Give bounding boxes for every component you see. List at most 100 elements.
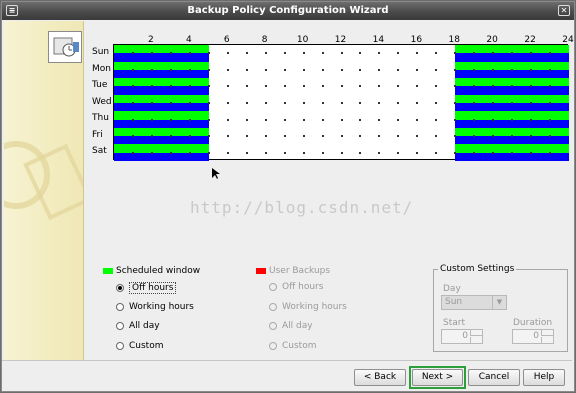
- grid-tick: [150, 68, 153, 71]
- user-radio-custom-circle[interactable]: [269, 342, 277, 350]
- grid-tick: [416, 52, 419, 55]
- grid-tick: [340, 135, 343, 138]
- user-radio-custom[interactable]: Custom: [269, 341, 316, 351]
- day-label: Fri: [92, 129, 103, 140]
- start-increment-icon[interactable]: [470, 330, 482, 336]
- grid-tick: [264, 135, 267, 138]
- radio-off-hours-label: Off hours: [129, 282, 177, 294]
- start-decrement-icon[interactable]: [470, 337, 482, 343]
- duration-increment-icon[interactable]: [541, 330, 553, 336]
- scheduled-band: [114, 144, 209, 153]
- scheduled-band: [455, 152, 569, 161]
- grid-tick: [321, 151, 324, 154]
- grid-tick: [131, 118, 134, 121]
- grid-tick: [321, 135, 324, 138]
- user-radio-all-day[interactable]: All day: [269, 321, 313, 331]
- scheduled-window-swatch: [103, 268, 113, 274]
- grid-tick: [492, 151, 495, 154]
- grid-tick: [245, 135, 248, 138]
- grid-tick: [492, 52, 495, 55]
- cancel-button[interactable]: Cancel: [468, 369, 520, 386]
- grid-tick: [530, 118, 533, 121]
- grid-tick: [473, 85, 476, 88]
- grid-tick: [378, 135, 381, 138]
- user-radio-all-day-circle[interactable]: [269, 322, 277, 330]
- day-select[interactable]: Sun ▼: [441, 295, 507, 310]
- grid-tick: [530, 135, 533, 138]
- duration-spinner[interactable]: 0: [512, 329, 554, 344]
- radio-off-hours[interactable]: Off hours: [116, 282, 177, 294]
- grid-tick: [131, 68, 134, 71]
- user-backups-legend: User Backups: [269, 266, 331, 276]
- grid-tick: [226, 118, 229, 121]
- radio-working-hours-circle[interactable]: [116, 303, 124, 311]
- user-radio-off-hours-circle[interactable]: [269, 283, 277, 291]
- back-button[interactable]: < Back: [354, 369, 406, 386]
- scheduled-band: [455, 53, 569, 62]
- grid-tick: [378, 85, 381, 88]
- grid-tick: [454, 102, 457, 104]
- grid-tick: [226, 52, 229, 55]
- user-radio-working-hours[interactable]: Working hours: [269, 302, 347, 312]
- grid-tick: [530, 102, 533, 104]
- radio-off-hours-circle[interactable]: [116, 284, 124, 292]
- duration-decrement-icon[interactable]: [541, 337, 553, 343]
- grid-tick: [321, 68, 324, 71]
- window-menu-icon[interactable]: ≡: [6, 5, 18, 16]
- grid-tick: [340, 52, 343, 55]
- radio-all-day[interactable]: All day: [116, 321, 160, 331]
- help-button[interactable]: Help: [523, 369, 565, 386]
- grid-tick: [226, 85, 229, 88]
- grid-tick: [359, 68, 362, 71]
- chevron-down-icon[interactable]: ▼: [492, 296, 506, 309]
- scheduled-band: [114, 111, 209, 120]
- grid-tick: [511, 135, 514, 138]
- grid-tick: [530, 151, 533, 154]
- grid-tick: [207, 85, 210, 88]
- grid-tick: [169, 135, 172, 138]
- grid-tick: [283, 135, 286, 138]
- next-button[interactable]: Next >: [412, 369, 463, 386]
- user-radio-working-hours-circle[interactable]: [269, 303, 277, 311]
- start-spinner[interactable]: 0: [441, 329, 483, 344]
- scheduled-band: [114, 103, 209, 112]
- scheduled-band: [114, 53, 209, 62]
- grid-tick: [435, 68, 438, 71]
- grid-tick: [264, 68, 267, 71]
- grid-tick: [359, 135, 362, 138]
- wizard-side-panel: [4, 21, 84, 362]
- radio-custom-circle[interactable]: [116, 342, 124, 350]
- grid-tick: [302, 118, 305, 121]
- grid-tick: [283, 151, 286, 154]
- grid-tick: [454, 135, 457, 138]
- grid-tick: [302, 52, 305, 55]
- grid-tick: [549, 102, 552, 104]
- user-radio-off-hours[interactable]: Off hours: [269, 282, 323, 292]
- grid-tick: [226, 102, 229, 104]
- grid-tick: [511, 118, 514, 121]
- day-label: Sat: [92, 146, 107, 157]
- schedule-grid[interactable]: [113, 44, 569, 161]
- window-title: Backup Policy Configuration Wizard: [187, 5, 389, 16]
- grid-tick: [264, 85, 267, 88]
- grid-tick: [397, 52, 400, 55]
- day-select-value: Sun: [445, 297, 463, 307]
- grid-tick: [549, 68, 552, 71]
- grid-tick: [378, 118, 381, 121]
- user-radio-off-hours-label: Off hours: [282, 282, 324, 292]
- close-icon[interactable]: ✕: [558, 5, 570, 16]
- grid-tick: [302, 68, 305, 71]
- grid-tick: [245, 102, 248, 104]
- radio-working-hours[interactable]: Working hours: [116, 302, 194, 312]
- grid-tick: [454, 85, 457, 88]
- grid-tick: [131, 151, 134, 154]
- grid-tick: [245, 68, 248, 71]
- grid-tick: [397, 102, 400, 104]
- grid-tick: [283, 68, 286, 71]
- radio-custom[interactable]: Custom: [116, 341, 163, 351]
- day-label: Wed: [92, 96, 112, 107]
- grid-tick: [188, 135, 191, 138]
- grid-tick: [321, 85, 324, 88]
- radio-all-day-circle[interactable]: [116, 322, 124, 330]
- grid-tick: [169, 52, 172, 55]
